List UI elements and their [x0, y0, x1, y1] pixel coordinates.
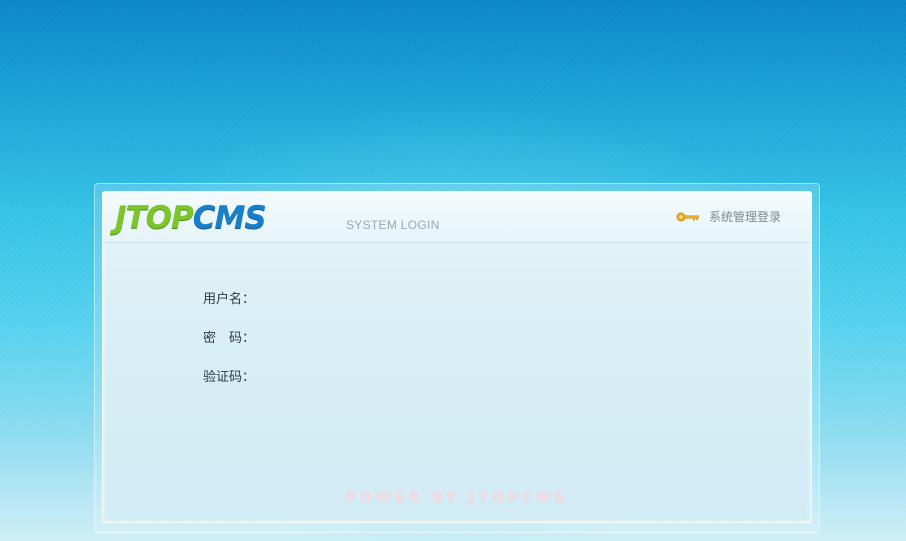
captcha-label: 验证码： [203, 370, 256, 385]
username-label: 用户名： [203, 292, 256, 307]
password-row: 密 码： [203, 327, 255, 366]
jtopcms-logo: JTOPCMS [115, 200, 267, 236]
logo-jtop: JTOP [115, 200, 194, 236]
header-title-group: 系统管理登录 [676, 208, 781, 225]
captcha-row: 验证码： [203, 366, 255, 405]
login-panel: JTOPCMS SYSTEM LOGIN 系统管理登录 用户名： 密 码： 验证… [102, 191, 812, 523]
username-row: 用户名： [203, 288, 255, 327]
login-form: 用户名： 密 码： 验证码： [203, 288, 255, 405]
system-login-subtitle: SYSTEM LOGIN [346, 218, 440, 232]
password-label: 密 码： [203, 331, 256, 346]
header-title: 系统管理登录 [708, 210, 781, 224]
logo-cms: CMS [192, 200, 267, 236]
panel-header: JTOPCMS SYSTEM LOGIN 系统管理登录 [103, 192, 811, 243]
key-icon [676, 212, 699, 221]
powered-by-text: POWER BY JTOPCMS [345, 490, 569, 506]
